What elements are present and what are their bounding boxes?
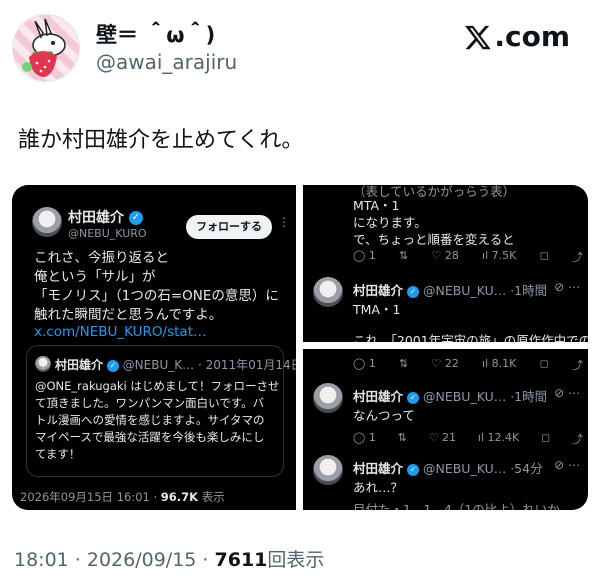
author-avatar[interactable]: [12, 14, 80, 82]
repost-icon: ⇅: [399, 357, 409, 370]
share-icon: ⤴: [571, 359, 583, 372]
media-image-bottom-right[interactable]: ◯ 1 ⇅ ♡ 22 ıl 8.1K ◻ ⤴ 村田雄介 ✓ @NEBU_KU… …: [303, 349, 588, 510]
reply-author: 村田雄介 ✓ @NEBU_KU… ·1時間: [353, 283, 548, 298]
tweet-text: 誰か村田雄介を止めてくれ。: [18, 128, 304, 153]
verified-badge-icon: ✓: [407, 463, 419, 476]
cropped-text: 目付た・1 1．4（1の比よ）れいか: [353, 502, 560, 510]
x-brand: .com: [464, 20, 570, 53]
verified-badge-icon: ✓: [407, 391, 419, 404]
embedded-link: x.com/NEBU_KURO/stat…: [34, 324, 207, 340]
embedded-tweet-meta: 2026年09月15日 16:01 · 96.7K 表示: [20, 490, 225, 504]
reply-menu: ⊘ ⋯: [554, 280, 580, 294]
view-count: ıl 7.5K: [482, 249, 517, 262]
reply-text-line: これ、「2001年宇宙の旅」の原作作中での: [353, 333, 588, 342]
embedded-author-name: 村田雄介 ✓: [68, 207, 143, 227]
bookmark-icon: ◻: [539, 249, 549, 262]
author-display-name[interactable]: 壁＝ ＾ω＾): [96, 19, 215, 49]
quoted-tweet: 村田雄介 ✓ @NEBU_K… · 2011年01月14日 @ONE_rakug…: [26, 345, 296, 477]
reply-count: ◯ 1: [353, 431, 376, 444]
brand-text: .com: [494, 20, 570, 53]
reply-text-line: TMA・1: [353, 302, 401, 317]
reply-count: ◯ 1: [353, 357, 376, 370]
share-icon: ⤴: [571, 251, 583, 264]
verified-badge-icon: ✓: [407, 285, 419, 298]
reply-author: 村田雄介 ✓ @NEBU_KU… ·1時間: [353, 389, 548, 404]
reply-text-line: なんつって: [353, 408, 415, 423]
action-bar: ◯ 1 ⇅ ♡ 28 ıl 7.5K ◻ ⤴: [353, 249, 583, 265]
media-image-left[interactable]: 村田雄介 ✓ @NEBU_KURO フォローする ⋮ これさ、今振り返ると 俺と…: [12, 185, 296, 510]
follow-button: フォローする: [186, 215, 272, 239]
bookmark-icon: ◻: [541, 431, 551, 444]
action-bar: ◯ 1 ⇅ ♡ 21 ıl 12.4K ◻ ⤴: [353, 431, 583, 447]
embedded-author-handle: @NEBU_KURO: [68, 227, 147, 240]
tweet-timestamp[interactable]: 18:01 · 2026/09/15 · 7611回表示: [14, 545, 324, 572]
verified-badge-icon: ✓: [128, 211, 143, 225]
rabbit-strawberry-illustration: [22, 18, 66, 77]
like-count: ♡ 22: [431, 357, 459, 370]
like-count: ♡ 28: [431, 249, 459, 262]
action-bar: ◯ 1 ⇅ ♡ 22 ıl 8.1K ◻ ⤴: [353, 357, 583, 373]
reply-author: 村田雄介 ✓ @NEBU_KU… ·54分: [353, 461, 543, 476]
media-grid[interactable]: 村田雄介 ✓ @NEBU_KURO フォローする ⋮ これさ、今振り返ると 俺と…: [12, 185, 588, 510]
verified-badge-icon: ✓: [106, 359, 119, 372]
author-handle[interactable]: @awai_arajiru: [96, 50, 237, 74]
more-icon: ⋮: [278, 215, 290, 229]
quoted-tweet-body: @ONE_rakugaki はじめまして！フォローさせ て頂きました。ワンパンマ…: [35, 379, 280, 461]
repost-icon: ⇅: [397, 431, 407, 444]
reply-menu: ⊘ ⋯: [554, 386, 580, 400]
avatar: [313, 277, 343, 307]
avatar: [35, 356, 51, 372]
media-image-top-right[interactable]: （表しているかがっらう表） MTA・1 になります。 で、ちょっと順番を変えると…: [303, 185, 588, 342]
share-icon: ⤴: [572, 433, 583, 446]
reply-text-line: で、ちょっと順番を変えると: [353, 232, 515, 247]
reply-menu: ⊘ ⋯: [554, 458, 580, 472]
avatar: [32, 207, 62, 237]
view-count: 7611: [214, 549, 268, 571]
bookmark-icon: ◻: [539, 357, 549, 370]
like-count: ♡ 21: [428, 431, 457, 444]
avatar: [313, 455, 343, 485]
view-count: ıl 8.1K: [482, 357, 517, 370]
avatar: [313, 383, 343, 413]
x-logo-icon: [465, 25, 492, 49]
reply-text-line: あれ…？: [353, 480, 404, 495]
repost-icon: ⇅: [399, 249, 409, 262]
view-count: ıl 12.4K: [477, 431, 520, 444]
quoted-tweet-header: 村田雄介 ✓ @NEBU_K… · 2011年01月14日: [55, 358, 296, 372]
embedded-tweet-body: これさ、今振り返ると 俺という「サル」が 「モノリス」（1つの石=ONEの意思）…: [34, 250, 279, 323]
reply-count: ◯ 1: [353, 249, 376, 262]
